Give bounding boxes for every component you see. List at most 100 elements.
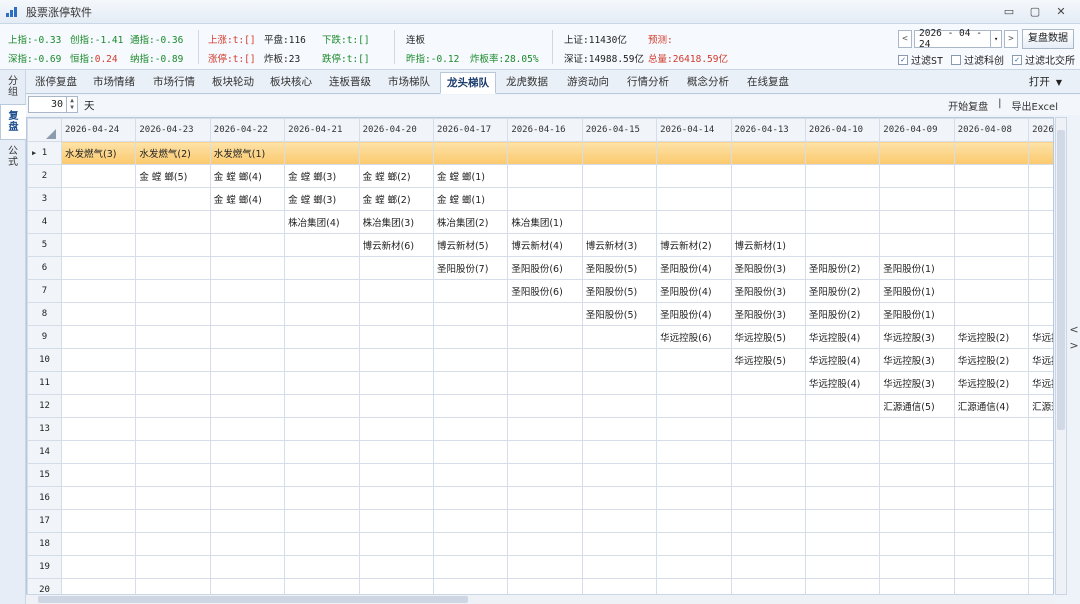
row-number[interactable]: 12 — [27, 394, 62, 418]
grid-cell[interactable] — [507, 555, 583, 579]
grid-cell[interactable]: 华远控股(5) — [730, 348, 806, 372]
chevron-down-icon[interactable]: ▾ — [990, 31, 1001, 47]
grid-cell[interactable] — [284, 440, 360, 464]
grid-cell[interactable]: 汇源通信(5) — [879, 394, 955, 418]
scroll-thumb[interactable] — [38, 596, 468, 603]
grid-cell[interactable] — [209, 463, 286, 487]
row-number[interactable]: 6 — [27, 256, 62, 280]
grid-cell[interactable]: 博云新材(3) — [581, 233, 658, 257]
grid-cell[interactable] — [507, 417, 583, 441]
grid-cell[interactable]: 株冶集团(2) — [432, 210, 509, 234]
date-column-header[interactable]: 2026-04-20 — [358, 118, 434, 142]
grid-cell[interactable] — [879, 486, 955, 510]
grid-cell[interactable] — [432, 440, 509, 464]
next-date-button[interactable]: > — [1004, 30, 1018, 48]
grid-cell[interactable] — [358, 394, 434, 418]
grid-cell[interactable] — [135, 233, 211, 257]
grid-cell[interactable] — [804, 463, 881, 487]
grid-cell[interactable] — [60, 302, 137, 326]
grid-cell[interactable] — [507, 187, 583, 211]
grid-cell[interactable] — [507, 440, 583, 464]
grid-cell[interactable] — [804, 532, 881, 556]
grid-cell[interactable] — [1028, 210, 1053, 234]
grid-cell[interactable] — [879, 141, 955, 165]
chevron-right-icon[interactable]: > — [1069, 339, 1078, 352]
grid-cell[interactable] — [656, 417, 732, 441]
grid-cell[interactable]: 华远控股(3) — [879, 348, 955, 372]
grid-cell[interactable]: 株冶集团(3) — [358, 210, 434, 234]
grid-cell[interactable] — [135, 509, 211, 533]
grid-cell[interactable]: 水发燃气(2) — [135, 141, 211, 165]
grid-cell[interactable] — [209, 417, 286, 441]
panel-toggle[interactable]: < > — [1068, 322, 1080, 354]
grid-cell[interactable] — [358, 279, 434, 303]
grid-cell[interactable]: 华远控股(4) — [804, 348, 881, 372]
grid-cell[interactable] — [953, 279, 1030, 303]
grid-cell[interactable] — [656, 440, 732, 464]
grid-cell[interactable] — [507, 371, 583, 395]
grid-cell[interactable] — [284, 302, 360, 326]
grid-cell[interactable] — [209, 509, 286, 533]
grid-cell[interactable] — [358, 532, 434, 556]
row-number[interactable]: 13 — [27, 417, 62, 441]
grid-cell[interactable] — [135, 187, 211, 211]
grid-cell[interactable] — [507, 325, 583, 349]
review-data-button[interactable]: 复盘数据 — [1022, 29, 1074, 49]
grid-cell[interactable] — [60, 578, 137, 594]
grid-cell[interactable]: 博云新材(1) — [730, 233, 806, 257]
grid-cell[interactable] — [953, 532, 1030, 556]
grid-cell[interactable] — [432, 509, 509, 533]
grid-cell[interactable] — [1028, 164, 1053, 188]
grid-cell[interactable]: 金 螳 螂(1) — [432, 187, 509, 211]
filter-checkbox[interactable]: ✓ 过滤ST — [898, 52, 943, 67]
grid-cell[interactable] — [284, 509, 360, 533]
grid-cell[interactable] — [730, 371, 806, 395]
table-row[interactable]: 3 金 螳 螂(4) 金 螳 螂(3) 金 螳 螂(2) 金 螳 螂(1) — [27, 187, 1053, 211]
grid-cell[interactable]: 圣阳股份(4) — [656, 256, 732, 280]
grid-cell[interactable] — [656, 394, 732, 418]
close-icon[interactable]: ✕ — [1050, 4, 1072, 20]
grid-cell[interactable] — [358, 578, 434, 594]
date-input[interactable]: 2026 - 04 - 24 ▾ — [914, 28, 1002, 50]
grid-cell[interactable] — [209, 325, 286, 349]
table-row[interactable]: 9 华远控股(6)华远控股(5)华远控股(4)华远控股(3)华远控股(2)华远控股… — [27, 325, 1053, 349]
grid-cell[interactable] — [209, 371, 286, 395]
grid-cell[interactable] — [804, 233, 881, 257]
grid-cell[interactable] — [804, 578, 881, 594]
grid-cell[interactable] — [209, 256, 286, 280]
grid-cell[interactable] — [581, 164, 658, 188]
grid-cell[interactable]: 圣阳股份(4) — [656, 302, 732, 326]
grid-cell[interactable] — [730, 532, 806, 556]
grid-cell[interactable] — [284, 463, 360, 487]
grid-cell[interactable] — [135, 210, 211, 234]
grid-cell[interactable] — [581, 463, 658, 487]
tab[interactable]: 涨停复盘 — [30, 72, 82, 94]
grid-cell[interactable] — [432, 555, 509, 579]
grid-cell[interactable] — [60, 394, 137, 418]
grid-cell[interactable] — [953, 210, 1030, 234]
row-number[interactable]: 7 — [27, 279, 62, 303]
grid-cell[interactable]: 博云新材(6) — [358, 233, 434, 257]
grid-cell[interactable] — [358, 463, 434, 487]
grid-cell[interactable]: 华远控股(1) — [1028, 348, 1053, 372]
grid-cell[interactable]: 华远控股(2) — [953, 325, 1030, 349]
tab[interactable]: 市场行情 — [146, 72, 202, 94]
side-tab[interactable]: 分组 — [0, 70, 26, 104]
grid-cell[interactable] — [581, 578, 658, 594]
table-row[interactable]: 17 — [27, 509, 1053, 533]
grid-cell[interactable] — [1028, 233, 1053, 257]
grid-cell[interactable] — [730, 486, 806, 510]
grid-cell[interactable] — [1028, 509, 1053, 533]
grid-cell[interactable] — [209, 555, 286, 579]
tab[interactable]: 行情分析 — [620, 72, 676, 94]
grid-cell[interactable] — [432, 348, 509, 372]
grid-cell[interactable]: 圣阳股份(3) — [730, 256, 806, 280]
grid-cell[interactable]: 圣阳股份(2) — [804, 256, 881, 280]
grid-cell[interactable]: 圣阳股份(3) — [730, 279, 806, 303]
export-excel-button[interactable]: 导出Excel — [1012, 98, 1059, 113]
grid-cell[interactable] — [284, 417, 360, 441]
grid-cell[interactable] — [135, 256, 211, 280]
table-row[interactable]: 2 金 螳 螂(5) 金 螳 螂(4) 金 螳 螂(3) 金 螳 螂(2) 金 螳 螂(1… — [27, 164, 1053, 188]
grid-cell[interactable] — [507, 578, 583, 594]
grid-cell[interactable]: 圣阳股份(5) — [581, 256, 658, 280]
